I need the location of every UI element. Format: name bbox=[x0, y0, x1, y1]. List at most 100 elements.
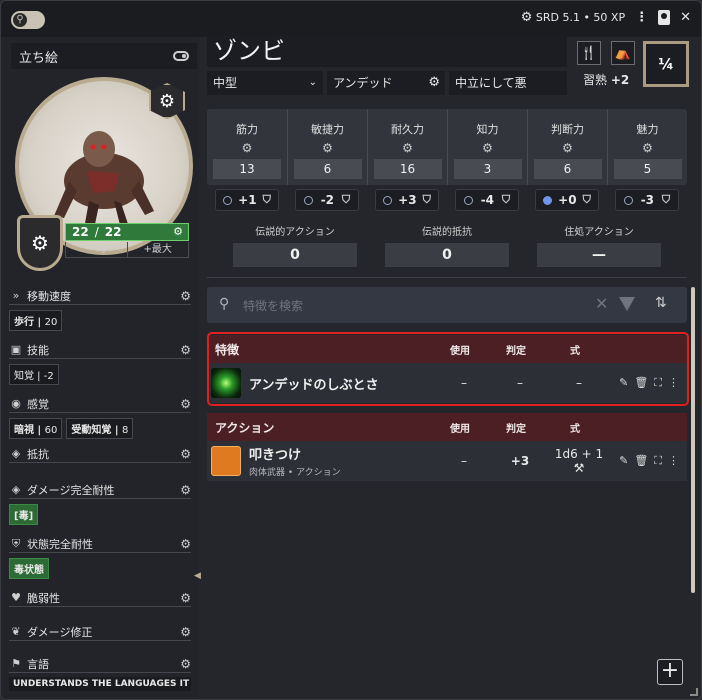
senses-gear-icon[interactable]: ⚙ bbox=[180, 397, 191, 411]
ability-score-input[interactable]: 6 bbox=[293, 159, 362, 179]
save-modifier-str[interactable]: +1 ⛉ bbox=[215, 189, 279, 211]
save-proficiency-toggle[interactable] bbox=[543, 195, 553, 205]
save-modifier-cha[interactable]: -3 ⛉ bbox=[615, 189, 679, 211]
ability-score-input[interactable]: 13 bbox=[213, 159, 281, 179]
collapse-sidebar-icon[interactable]: ◀ bbox=[194, 571, 201, 581]
challenge-rating[interactable]: ¼ bbox=[643, 41, 689, 87]
languages-section: ⚑ 言語 ⚙ UNDERSTANDS THE LANGUAGES IT bbox=[9, 655, 191, 691]
running-icon: » bbox=[12, 289, 20, 302]
gear-icon[interactable]: ⚙ bbox=[368, 141, 447, 155]
portrait-toggle-row: 立ち絵 bbox=[11, 43, 197, 69]
lang-gear-icon[interactable]: ⚙ bbox=[180, 657, 191, 671]
save-proficiency-toggle[interactable] bbox=[303, 195, 313, 205]
size-select[interactable]: 中型 ⌄ bbox=[207, 71, 323, 95]
dmg-mod-gear-icon[interactable]: ⚙ bbox=[180, 625, 191, 639]
save-proficiency-toggle[interactable] bbox=[463, 195, 473, 205]
token-icon[interactable] bbox=[658, 10, 671, 25]
gear-icon[interactable]: ⚙ bbox=[528, 141, 607, 155]
temp-max-hp-field[interactable]: +最大 bbox=[126, 242, 189, 257]
sense-tag: 受動知覚 | 8 bbox=[66, 418, 134, 439]
search-icon: ⚲ bbox=[219, 296, 230, 312]
skills-gear-icon[interactable]: ⚙ bbox=[180, 343, 191, 357]
shield-icon: ◈ bbox=[11, 483, 21, 496]
damage-formula-button[interactable]: 1d6 + 1 ⚒ bbox=[549, 447, 609, 475]
zombie-image bbox=[54, 131, 154, 229]
attack-roll-button[interactable]: +3 bbox=[491, 454, 549, 468]
ability-score-input[interactable]: 16 bbox=[373, 159, 442, 179]
skills-section: ▣ 技能 ⚙ 知覚 | -2 bbox=[9, 341, 191, 385]
speed-gear-icon[interactable]: ⚙ bbox=[180, 289, 191, 303]
shield-icon: ⛉ bbox=[501, 193, 511, 206]
save-modifier-int[interactable]: -4 ⛉ bbox=[455, 189, 519, 211]
vuln-gear-icon[interactable]: ⚙ bbox=[180, 591, 191, 605]
ability-int: 知力 ⚙ 3 bbox=[447, 109, 527, 185]
resize-handle[interactable] bbox=[690, 688, 698, 696]
hp-bar[interactable]: 22/22 ⚙ bbox=[65, 223, 189, 241]
scrollbar[interactable] bbox=[691, 287, 695, 593]
speed-tag: 歩行 | 20 bbox=[9, 310, 63, 331]
ability-score-input[interactable]: 5 bbox=[613, 159, 682, 179]
ability-wis: 判断力 ⚙ 6 bbox=[527, 109, 607, 185]
actions-header: アクション 使用 判定 式 bbox=[207, 413, 687, 441]
more-icon[interactable]: ⋮ bbox=[668, 454, 679, 468]
speed-section: » 移動速度 ⚙ 歩行 | 20 bbox=[9, 287, 191, 331]
eye-icon: ◉ bbox=[11, 397, 21, 410]
edit-icon[interactable]: ✎ bbox=[619, 454, 628, 468]
condition-immunity-tag: 毒状態 bbox=[9, 558, 49, 579]
type-gear-icon[interactable]: ⚙ bbox=[428, 71, 440, 95]
senses-section: ◉ 感覚 ⚙ 暗視 | 60 受動知覚 | 8 bbox=[9, 395, 191, 439]
hammer-icon: ⚒ bbox=[573, 461, 585, 475]
portrait-toggle-switch[interactable] bbox=[173, 51, 189, 61]
source-label[interactable]: ⚙ SRD 5.1 • 50 XP bbox=[521, 10, 625, 25]
shield-icon: ⛉ bbox=[582, 193, 591, 206]
gear-icon[interactable]: ⚙ bbox=[448, 141, 527, 155]
highlight-box bbox=[207, 332, 689, 406]
gear-icon[interactable]: ⚙ bbox=[608, 141, 687, 155]
rest-icon[interactable]: 🍴 bbox=[577, 41, 601, 65]
lair-actions: 住処アクション — bbox=[537, 223, 661, 267]
search-input[interactable]: 特徴を検索 bbox=[243, 297, 303, 314]
trash-icon[interactable]: 🗑 bbox=[634, 454, 648, 468]
filter-icon[interactable] bbox=[619, 297, 635, 311]
close-icon[interactable]: ✕ bbox=[680, 10, 691, 25]
lair-actions-input[interactable]: — bbox=[537, 243, 661, 267]
alignment-field[interactable]: 中立にして悪 bbox=[449, 71, 567, 95]
add-item-button[interactable]: + bbox=[657, 659, 683, 685]
temp-hp-field[interactable]: 一時 bbox=[66, 242, 127, 257]
mode-toggle[interactable]: ⚲ bbox=[11, 11, 45, 29]
gear-icon[interactable]: ⚙ bbox=[207, 141, 287, 155]
hp-temp-row: 一時 +最大 bbox=[65, 242, 189, 258]
save-proficiency-toggle[interactable] bbox=[223, 195, 233, 205]
ability-score-input[interactable]: 6 bbox=[533, 159, 602, 179]
vulnerabilities-section: ♥ 脆弱性 ⚙ bbox=[9, 589, 191, 607]
legendary-actions-input[interactable]: 0 bbox=[233, 243, 357, 267]
table-row[interactable]: 叩きつけ 肉体武器 • アクション – +3 1d6 + 1 ⚒ ✎ 🗑 ⛶ ⋮ bbox=[207, 441, 687, 481]
gear-icon[interactable]: ⚙ bbox=[288, 141, 367, 155]
hp-gear-icon[interactable]: ⚙ bbox=[173, 225, 183, 238]
ability-score-input[interactable]: 3 bbox=[453, 159, 522, 179]
creature-name-field[interactable]: ゾンビ bbox=[207, 35, 567, 67]
shield-icon: ⛉ bbox=[422, 193, 431, 206]
menu-dots-icon[interactable]: ⋮ bbox=[635, 10, 648, 25]
ability-scores-panel: 筋力 ⚙ 13 敏捷力 ⚙ 6 耐久力 ⚙ 16 知力 ⚙ 3 判断力 ⚙ 6 魅力 ⚙ 5 bbox=[207, 109, 687, 185]
creature-type-field[interactable]: アンデッド ⚙ bbox=[327, 71, 445, 95]
resist-gear-icon[interactable]: ⚙ bbox=[180, 447, 191, 461]
dmg-immune-gear-icon[interactable]: ⚙ bbox=[180, 483, 191, 497]
skill-tag: 知覚 | -2 bbox=[9, 364, 59, 385]
sort-icon[interactable]: ⇅ bbox=[655, 295, 667, 311]
sidebar: 立ち絵 ⚙ ⚙ 22/22 ⚙ 一時 +最大 » 移動速度 ⚙ 歩行 | 20 … bbox=[1, 37, 201, 699]
expand-icon[interactable]: ⛶ bbox=[654, 454, 662, 468]
armor-class-shield[interactable]: ⚙ bbox=[17, 215, 63, 271]
camp-icon[interactable]: ⛺ bbox=[611, 41, 635, 65]
save-modifier-con[interactable]: +3 ⛉ bbox=[375, 189, 439, 211]
save-modifier-wis[interactable]: +0 ⛉ bbox=[535, 189, 599, 211]
save-modifier-dex[interactable]: -2 ⛉ bbox=[295, 189, 359, 211]
cond-immune-gear-icon[interactable]: ⚙ bbox=[180, 537, 191, 551]
toolbox-icon: ▣ bbox=[10, 343, 22, 356]
save-proficiency-toggle[interactable] bbox=[623, 195, 633, 205]
clear-search-icon[interactable]: ✕ bbox=[595, 294, 608, 313]
legendary-resistance-input[interactable]: 0 bbox=[385, 243, 509, 267]
save-proficiency-toggle[interactable] bbox=[383, 195, 393, 205]
fist-icon bbox=[211, 446, 241, 476]
shield-icon: ⛉ bbox=[262, 193, 271, 206]
